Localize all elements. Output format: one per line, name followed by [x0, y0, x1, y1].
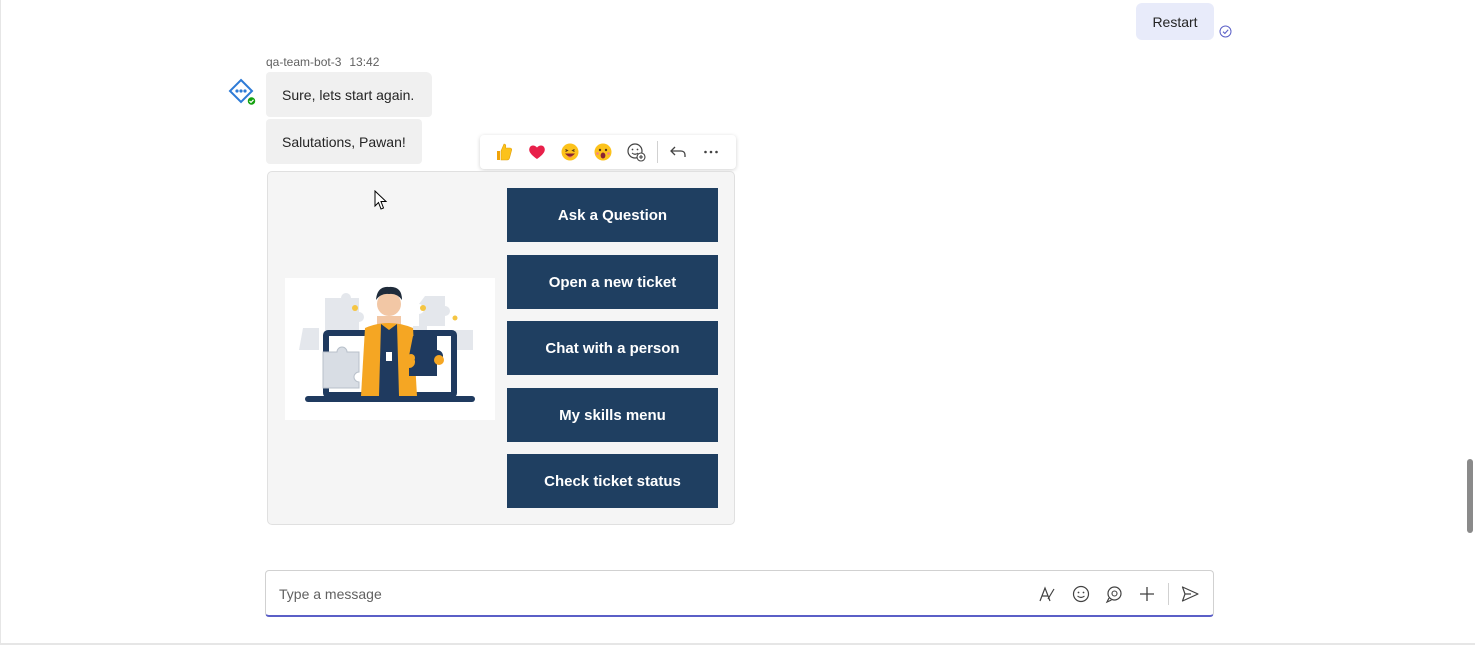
- reply-icon[interactable]: [666, 140, 690, 164]
- compose-divider: [1168, 583, 1169, 605]
- message-input[interactable]: [279, 584, 979, 604]
- loop-component-icon[interactable]: [1103, 583, 1125, 605]
- ask-question-button[interactable]: Ask a Question: [507, 188, 718, 242]
- skills-menu-button[interactable]: My skills menu: [507, 388, 718, 442]
- chat-with-person-button[interactable]: Chat with a person: [507, 321, 718, 375]
- message-header: qa-team-bot-3 13:42: [266, 55, 379, 69]
- reaction-toolbar: [480, 135, 736, 169]
- message-sent-icon: [1219, 25, 1232, 38]
- bot-message-bubble[interactable]: Salutations, Pawan!: [266, 119, 422, 164]
- surprised-reaction-icon[interactable]: [591, 140, 615, 164]
- message-time: 13:42: [349, 55, 380, 69]
- support-illustration: [285, 278, 495, 420]
- format-icon[interactable]: [1036, 583, 1058, 605]
- mouse-cursor-icon: [374, 190, 388, 210]
- compose-box: [265, 570, 1214, 617]
- open-ticket-button[interactable]: Open a new ticket: [507, 255, 718, 309]
- my-message-text: Restart: [1152, 13, 1198, 30]
- emoji-icon[interactable]: [1070, 583, 1092, 605]
- bot-message-text: Sure, lets start again.: [282, 86, 415, 103]
- my-message-bubble[interactable]: Restart: [1136, 3, 1214, 40]
- add-attachment-icon[interactable]: [1136, 583, 1158, 605]
- chat-pane: Restart qa-team-bot-3 13:42 Sure, lets s…: [0, 0, 1475, 645]
- adaptive-card: Ask a Question Open a new ticket Chat wi…: [267, 171, 735, 525]
- bot-avatar[interactable]: [225, 76, 257, 108]
- heart-reaction-icon[interactable]: [525, 140, 549, 164]
- add-reaction-icon[interactable]: [624, 140, 648, 164]
- toolbar-divider: [657, 141, 658, 163]
- bot-message-bubble[interactable]: Sure, lets start again.: [266, 72, 432, 117]
- sender-name: qa-team-bot-3: [266, 55, 342, 69]
- laugh-reaction-icon[interactable]: [558, 140, 582, 164]
- bot-message-text: Salutations, Pawan!: [282, 133, 406, 150]
- scrollbar-thumb[interactable]: [1467, 459, 1473, 533]
- more-options-icon[interactable]: [699, 140, 723, 164]
- like-reaction-icon[interactable]: [492, 140, 516, 164]
- send-icon[interactable]: [1179, 583, 1201, 605]
- check-ticket-status-button[interactable]: Check ticket status: [507, 454, 718, 508]
